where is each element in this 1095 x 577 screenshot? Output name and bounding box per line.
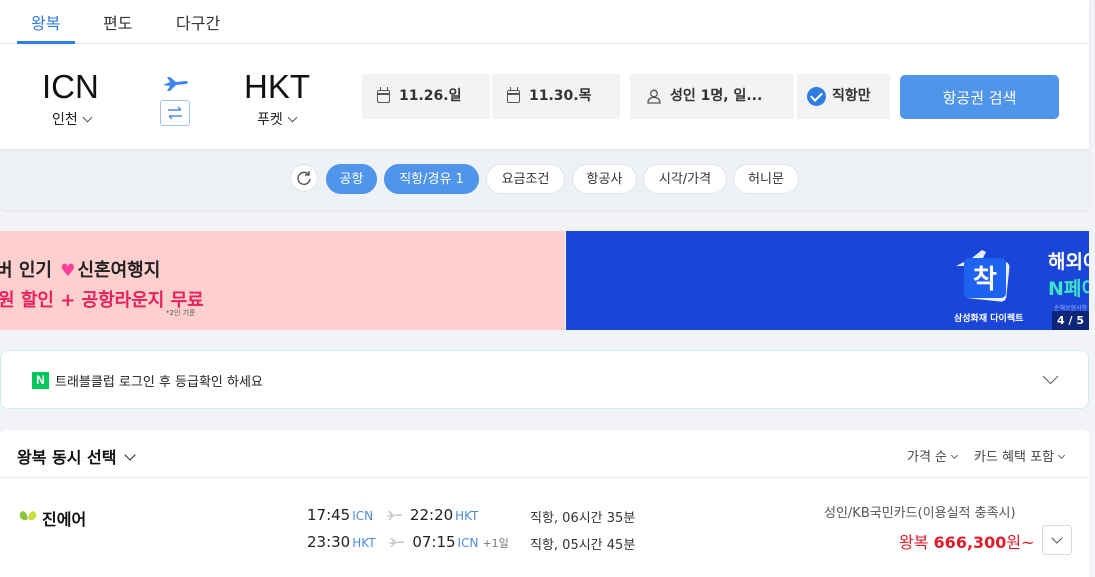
results-section: 왕복 동시 선택 가격 순 카드 혜택 포함 진에어 17:45 ICN 22:2… [0,430,1089,577]
origin-name: 인천 [52,112,78,128]
calendar-icon [377,87,390,103]
origin-selector[interactable]: 인천 [52,109,93,129]
passenger-summary: 성인 1명, 일... [670,88,763,104]
chevron-down-icon [124,449,137,461]
swap-route-button[interactable] [160,100,190,126]
promo-banner-honeymoon[interactable]: 버 인기 ♥ 신혼여행지 원 할인 + 공항라운지 무료 *2인 기준 [0,231,565,330]
travel-club-login-prompt[interactable]: N 트래블클럽 로그인 후 등급확인 하세요 [0,350,1089,409]
filter-chip-honeymoon[interactable]: 허니문 [733,164,799,194]
banner-caption: 삼성화재 다이렉트 [954,314,1024,324]
destination-name: 푸켓 [257,112,283,128]
round-trip-price: 왕복 666,300원~ [899,533,1035,552]
filter-bar: 공항 직항/경유 1 요금조건 항공사 시각/가격 허니문 [0,149,1089,210]
passenger-field[interactable]: 성인 1명, 일... [630,74,794,119]
banner-headline: 버 인기 ♥ 신혼여행지 [0,260,161,281]
banner-headline-right: 해외여 [1048,251,1089,273]
banner-footnote: *2인 기준 [166,309,196,317]
naver-logo-icon: N [32,372,49,389]
jinair-logo-icon [19,511,37,521]
filter-chip-airport[interactable]: 공항 [326,164,377,194]
airplane-icon [163,77,188,91]
banner-pager[interactable]: 4 / 5 [1052,311,1089,330]
tab-one-way[interactable]: 편도 [103,10,132,34]
expand-details-button[interactable] [1042,525,1072,555]
tab-multi-city[interactable]: 다구간 [176,10,220,34]
card-discount-condition: 성인/KB국민카드(이용실적 충족시) [824,506,1016,521]
filter-chip-fare-conditions[interactable]: 요금조건 [486,164,565,194]
depart-date-field[interactable]: 11.26.일 [362,74,490,119]
calendar-icon [507,87,520,103]
destination-code[interactable]: HKT [244,68,310,106]
filter-chip-direct-transfer[interactable]: 직항/경유 1 [384,164,479,194]
direct-only-label: 직항만 [832,88,871,104]
person-icon [647,89,661,104]
chevron-down-icon [82,112,93,123]
heart-icon: ♥ [60,261,76,281]
card-benefit-dropdown[interactable]: 카드 혜택 포함 [974,446,1066,465]
tab-round-trip[interactable]: 왕복 [31,10,60,34]
search-panel: 왕복 편도 다구간 ICN 인천 HKT 푸켓 11.26.일 11.30.목 … [0,0,1089,210]
inbound-times: 23:30 HKT 07:15 ICN +1일 [307,533,509,551]
search-flights-button[interactable]: 항공권 검색 [900,75,1059,119]
refresh-icon [297,171,311,185]
chevron-down-icon [950,451,959,460]
trip-type-tabs: 왕복 편도 다구간 [0,0,1089,44]
chevron-down-icon [287,112,298,123]
plane-icon [384,511,402,520]
plane-icon [387,538,405,547]
swap-icon [168,106,182,120]
inbound-duration: 직항, 05시간 45분 [530,538,636,553]
return-date-field[interactable]: 11.30.목 [492,74,620,119]
banner-subhead-right: N페이 [1048,278,1089,300]
return-date: 11.30.목 [529,88,592,104]
origin-code[interactable]: ICN [42,68,99,106]
promo-banner-insurance[interactable]: 착 삼성화재 다이렉트 해외여 N페이 순해보험사항 4 / 5 [566,231,1089,330]
filter-chip-airline[interactable]: 항공사 [572,164,637,194]
insurance-logo: 착 [956,250,1010,302]
airline-name: 진에어 [42,510,87,529]
depart-date: 11.26.일 [399,88,462,104]
direct-only-toggle[interactable]: 직항만 [797,74,890,119]
destination-selector[interactable]: 푸켓 [257,109,298,129]
svg-text:착: 착 [973,265,997,295]
chevron-down-icon [1057,451,1066,460]
results-header: 왕복 동시 선택 가격 순 카드 혜택 포함 [0,430,1089,478]
outbound-times: 17:45 ICN 22:20 HKT [307,506,479,524]
reset-filters-button[interactable] [290,164,318,192]
outbound-duration: 직항, 06시간 35분 [530,511,636,526]
checkmark-icon [807,87,826,106]
active-tab-indicator [17,41,75,44]
filter-chip-time-price[interactable]: 시각/가격 [643,164,727,194]
selection-mode-dropdown[interactable]: 왕복 동시 선택 [17,444,137,468]
sort-by-price-dropdown[interactable]: 가격 순 [907,446,959,465]
chevron-down-icon[interactable] [1042,368,1059,385]
login-prompt-text: 트래블클럽 로그인 후 등급확인 하세요 [55,375,263,390]
